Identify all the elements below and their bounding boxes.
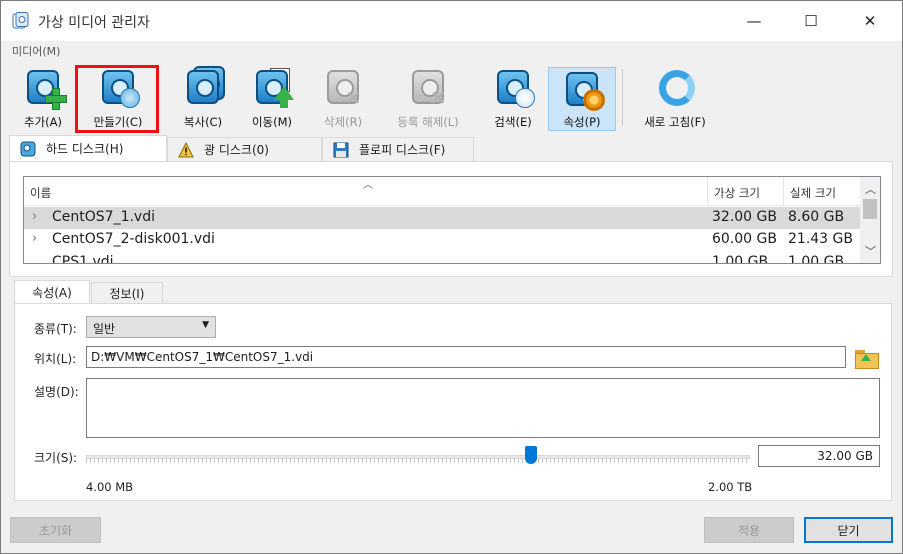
size-slider-thumb[interactable] [525,446,537,464]
refresh-button[interactable]: 새로 고침(F) [637,66,713,130]
copy-disk-icon [181,66,225,108]
tab-floppy-disk-label: 플로피 디스크(F) [359,143,446,157]
row-virtual-size: 32.00 GB [712,209,777,225]
tab-attributes[interactable]: 속성(A) [14,280,90,304]
description-field[interactable] [86,378,880,438]
expand-chevron-icon[interactable]: › [32,231,37,246]
hard-disk-icon [20,141,36,157]
sort-caret-icon: ︿ [363,180,373,191]
search-disk-icon [491,66,535,108]
move-disk-icon [250,66,294,108]
search-button-label: 검색(E) [494,115,532,129]
scroll-thumb[interactable] [863,199,877,219]
dropdown-caret-icon: ▼ [202,320,209,330]
properties-gear-icon [560,68,605,111]
size-label: 크기(S): [34,451,78,465]
refresh-button-label: 새로 고침(F) [644,115,706,129]
close-button[interactable]: 닫기 [804,517,893,543]
size-min-label: 4.00 MB [86,480,134,494]
table-row[interactable]: › CentOS7_1.vdi 32.00 GB 8.60 GB [24,207,860,229]
row-name: CentOS7_1.vdi [52,209,155,225]
table-row[interactable]: CPS1.vdi 1.00 GB 1.00 GB [24,252,860,264]
tab-info[interactable]: 정보(I) [91,282,163,304]
apply-button[interactable]: 적용 [704,517,794,543]
title-bar: 가상 미디어 관리자 — ☐ ✕ [1,1,902,41]
remove-button-label: 삭제(R) [323,115,363,129]
row-virtual-size: 1.00 GB [712,254,769,264]
release-disk-icon: ✕ [406,66,450,108]
row-name: CPS1.vdi [52,254,114,264]
window-title: 가상 미디어 관리자 [38,15,150,31]
type-label: 종류(T): [34,322,77,336]
toolbar-separator [622,69,623,125]
size-field[interactable]: 32.00 GB [758,445,880,467]
virtual-media-manager-window: 가상 미디어 관리자 — ☐ ✕ 미디어(M) 추가(A) 만들기(C) 복사(… [0,0,903,554]
warning-icon [178,141,194,158]
type-select-value: 일반 [93,322,116,336]
open-folder-icon[interactable] [855,347,879,369]
release-button[interactable]: ✕ 등록 해제(L) [390,66,466,130]
properties-button[interactable]: 속성(P) [548,67,616,131]
location-label: 위치(L): [34,352,77,366]
header-name[interactable]: 이름 [30,185,51,201]
move-button-label: 이동(M) [251,115,293,129]
minimize-button[interactable]: — [731,1,777,41]
attributes-panel: 종류(T): 일반 ▼ 위치(L): D:₩VM₩CentOS7_1₩CentO… [14,303,892,501]
add-button-label: 추가(A) [24,115,62,129]
search-button[interactable]: 검색(E) [485,66,541,130]
maximize-button[interactable]: ☐ [788,1,834,41]
header-divider [783,177,784,206]
header-virtual-size[interactable]: 가상 크기 [714,185,760,201]
release-button-label: 등록 해제(L) [397,115,459,129]
list-header: ︿ 이름 가상 크기 실제 크기 [24,177,860,206]
header-actual-size[interactable]: 실제 크기 [790,185,836,201]
size-slider-ticks [86,459,750,463]
tab-hard-disk-label: 하드 디스크(H) [46,142,124,156]
floppy-icon [333,142,349,158]
add-disk-icon [21,66,67,110]
properties-button-label: 속성(P) [563,115,601,129]
tab-hard-disk[interactable]: 하드 디스크(H) [9,135,167,161]
disk-list[interactable]: ︿ 이름 가상 크기 실제 크기 › CentOS7_1.vdi 32.00 G… [23,176,881,264]
close-window-button[interactable]: ✕ [847,1,893,41]
row-actual-size: 21.43 GB [788,231,853,247]
size-max-label: 2.00 TB [708,480,753,494]
move-button[interactable]: 이동(M) [244,66,300,130]
description-label: 설명(D): [34,385,79,399]
row-name: CentOS7_2-disk001.vdi [52,231,215,247]
table-row[interactable]: › CentOS7_2-disk001.vdi 60.00 GB 21.43 G… [24,229,860,251]
tab-optical-disk-label: 광 디스크(0) [204,143,269,157]
type-select[interactable]: 일반 ▼ [86,316,216,338]
tab-optical-disk[interactable]: 광 디스크(0) [167,137,322,161]
row-actual-size: 8.60 GB [788,209,845,225]
menu-media[interactable]: 미디어(M) [12,43,60,59]
tab-floppy-disk[interactable]: 플로피 디스크(F) [322,137,474,161]
scroll-down-icon[interactable]: ﹀ [865,243,876,259]
copy-button-label: 복사(C) [183,115,223,129]
location-field[interactable]: D:₩VM₩CentOS7_1₩CentOS7_1.vdi [86,346,846,368]
disk-list-panel: ︿ 이름 가상 크기 실제 크기 › CentOS7_1.vdi 32.00 G… [9,161,893,277]
list-scrollbar[interactable]: ︿ ﹀ [860,177,880,263]
copy-button[interactable]: 복사(C) [175,66,231,130]
expand-chevron-icon[interactable]: › [32,209,37,224]
row-actual-size: 1.00 GB [788,254,845,264]
scroll-up-icon[interactable]: ︿ [865,181,876,197]
app-icon [12,12,30,30]
remove-disk-icon: ✕ [321,66,365,108]
row-virtual-size: 60.00 GB [712,231,777,247]
create-button-highlight [75,65,159,133]
header-divider [707,177,708,206]
remove-button[interactable]: ✕ 삭제(R) [315,66,371,130]
refresh-icon [653,66,697,108]
add-button[interactable]: 추가(A) [15,66,71,130]
reset-button[interactable]: 초기화 [10,517,101,543]
menu-bar: 미디어(M) [1,41,902,61]
